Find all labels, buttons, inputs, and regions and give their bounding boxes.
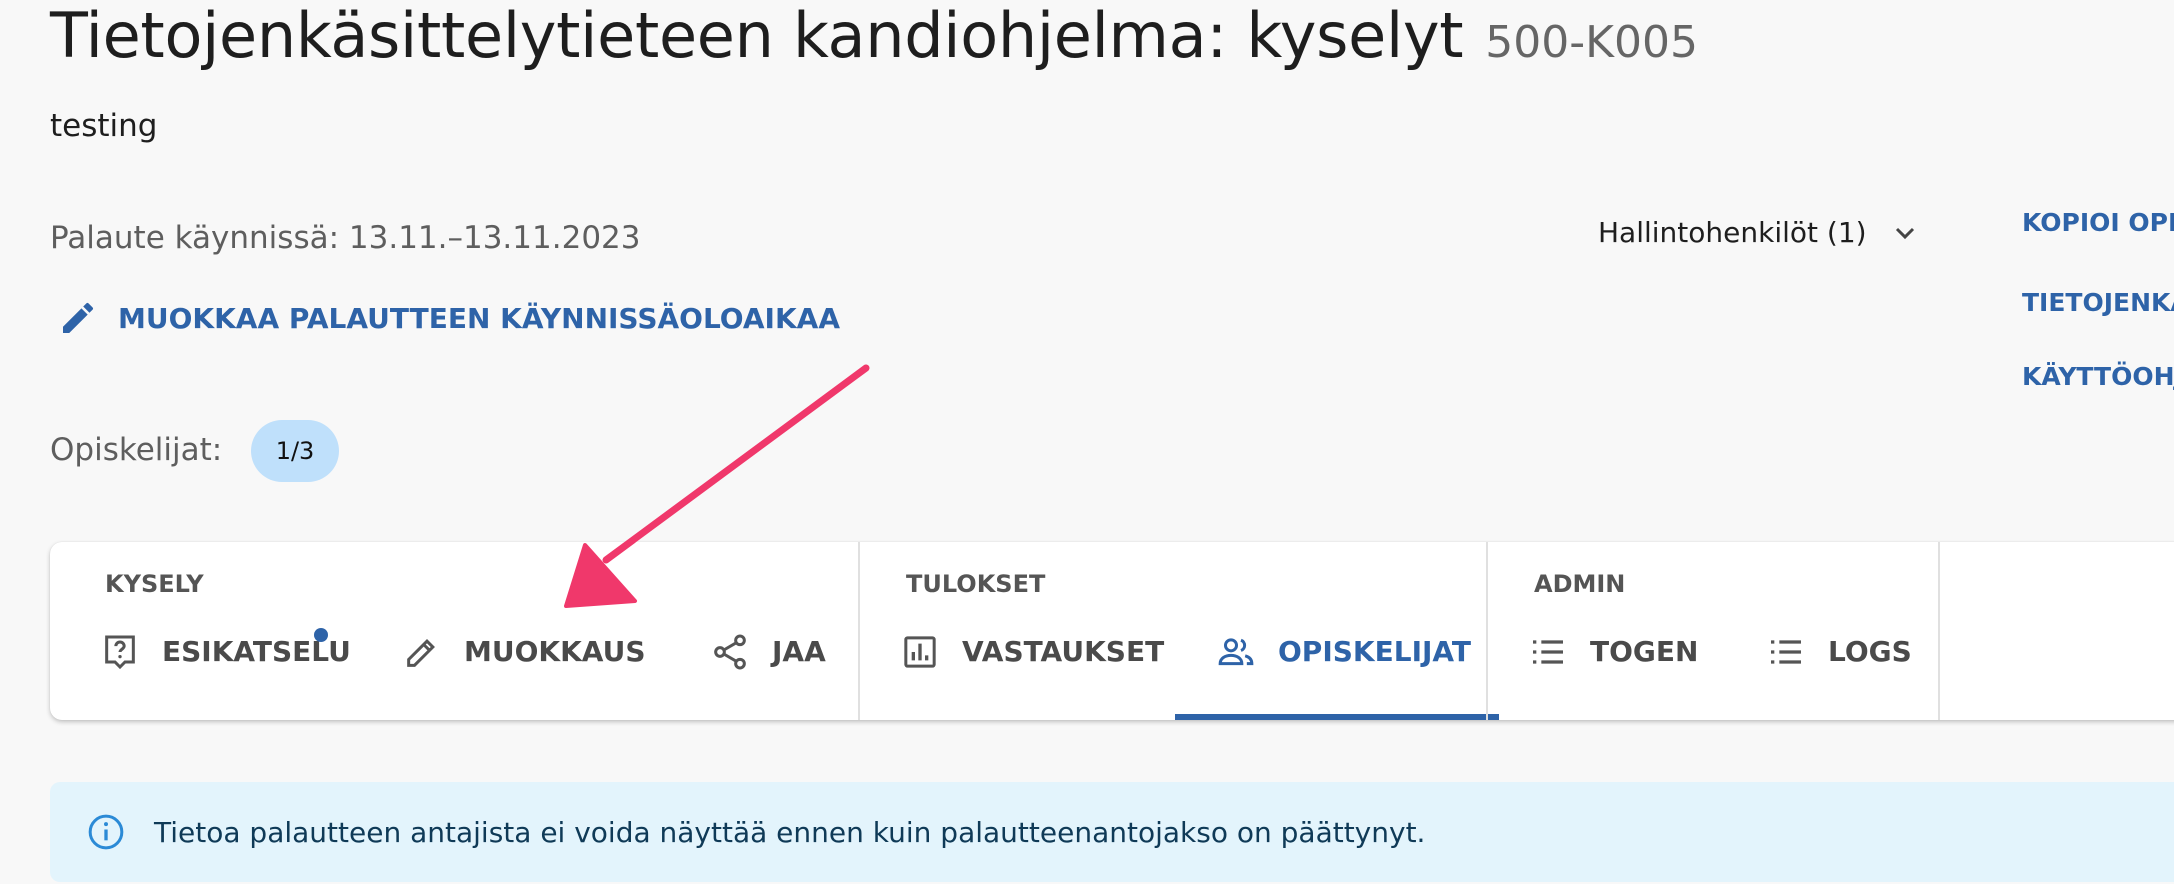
tab-logs-label: LOGS bbox=[1828, 635, 1912, 668]
tab-muokkaus-label: MUOKKAUS bbox=[464, 635, 646, 668]
tab-vastaukset[interactable]: VASTAUKSET bbox=[900, 632, 1164, 720]
edit-feedback-period-label: MUOKKAA PALAUTTEEN KÄYNNISSÄOLOAIKAA bbox=[118, 301, 840, 335]
program-link[interactable]: TIETOJENKÄ bbox=[2022, 288, 2174, 317]
tab-opiskelijat[interactable]: OPISKELIJAT bbox=[1216, 632, 1471, 720]
feedback-period: Palaute käynnissä: 13.11.–13.11.2023 bbox=[50, 220, 641, 256]
tab-esikatselu[interactable]: ESIKATSELU bbox=[100, 632, 351, 720]
edit-feedback-period-button[interactable]: MUOKKAA PALAUTTEEN KÄYNNISSÄOLOAIKAA bbox=[58, 298, 840, 338]
tab-vastaukset-label: VASTAUKSET bbox=[962, 635, 1165, 668]
bar-chart-icon bbox=[904, 636, 936, 668]
info-alert: Tietoa palautteen antajista ei voida näy… bbox=[50, 782, 2174, 882]
page-title: Tietojenkäsittelytieteen kandiohjelma: k… bbox=[50, 0, 1698, 79]
page-title-text: Tietojenkäsittelytieteen kandiohjelma: k… bbox=[50, 0, 1464, 72]
course-code: 500-K005 bbox=[1485, 17, 1698, 68]
info-alert-text: Tietoa palautteen antajista ei voida näy… bbox=[154, 815, 1426, 849]
pencil-icon bbox=[407, 639, 435, 667]
tab-opiskelijat-label: OPISKELIJAT bbox=[1278, 635, 1472, 668]
group-divider bbox=[858, 542, 860, 720]
admin-persons-dropdown[interactable]: Hallintohenkilöt (1) bbox=[1598, 216, 1921, 249]
share-icon bbox=[714, 634, 746, 670]
students-count-badge: 1/3 bbox=[251, 420, 339, 482]
tab-togen[interactable]: TOGEN bbox=[1528, 632, 1698, 720]
active-tab-indicator bbox=[1175, 714, 1499, 720]
tab-togen-label: TOGEN bbox=[1590, 635, 1699, 668]
group-label-admin: ADMIN bbox=[1534, 570, 1626, 598]
survey-tabs-card: KYSELY ESIKATSELU MUOKKAUS JAA TULOKSET bbox=[50, 542, 2174, 720]
group-label-kysely: KYSELY bbox=[105, 570, 204, 598]
students-label: Opiskelijat: bbox=[50, 432, 223, 468]
page-description: testing bbox=[50, 108, 158, 144]
tab-logs[interactable]: LOGS bbox=[1766, 632, 1912, 720]
pencil-icon bbox=[63, 302, 94, 333]
tab-jaa-label: JAA bbox=[772, 635, 826, 668]
copy-link[interactable]: KOPIOI OPI bbox=[2022, 208, 2174, 237]
notification-dot bbox=[314, 628, 328, 642]
question-bubble-icon bbox=[105, 635, 135, 670]
chevron-down-icon bbox=[1895, 227, 1914, 239]
admin-persons-label: Hallintohenkilöt (1) bbox=[1598, 216, 1867, 249]
user-guide-link[interactable]: KÄYTTÖOHJ bbox=[2022, 362, 2174, 391]
group-divider bbox=[1486, 542, 1488, 720]
info-icon bbox=[88, 814, 124, 850]
group-label-tulokset: TULOKSET bbox=[906, 570, 1046, 598]
list-icon bbox=[1533, 640, 1563, 664]
group-divider bbox=[1938, 542, 1940, 720]
people-icon bbox=[1218, 638, 1254, 666]
list-icon bbox=[1771, 640, 1801, 664]
tab-jaa[interactable]: JAA bbox=[710, 632, 826, 720]
tab-muokkaus[interactable]: MUOKKAUS bbox=[402, 632, 646, 720]
